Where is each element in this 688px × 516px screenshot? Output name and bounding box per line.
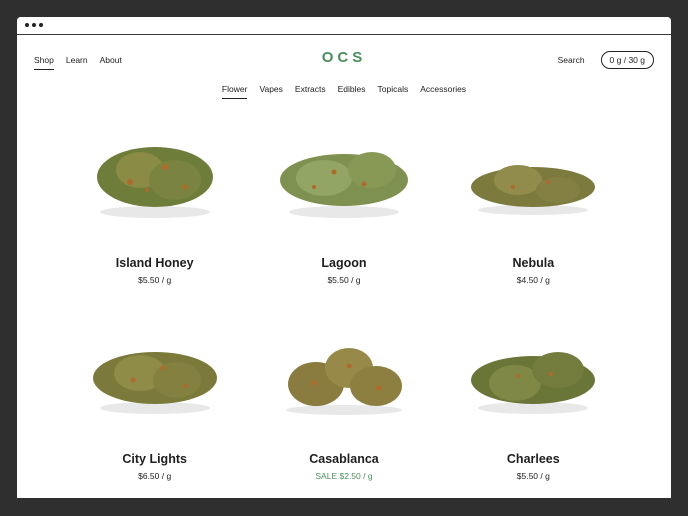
product-name[interactable]: Island Honey bbox=[60, 256, 249, 270]
cart-button[interactable]: 0 g / 30 g bbox=[600, 51, 654, 69]
title-bar bbox=[17, 17, 671, 35]
tab-flower[interactable]: Flower bbox=[221, 84, 247, 99]
product-card[interactable]: Casablanca SALE $2.50 / g bbox=[249, 328, 438, 488]
product-price-sale: SALE $2.50 / g bbox=[315, 471, 373, 481]
product-name[interactable]: Lagoon bbox=[249, 256, 438, 270]
product-name[interactable]: Nebula bbox=[439, 256, 628, 270]
product-name[interactable]: Casablanca bbox=[249, 452, 438, 466]
product-price: $4.50 / g bbox=[516, 275, 550, 285]
product-card[interactable]: City Lights $6.50 / g bbox=[60, 328, 249, 488]
browser-window: Shop Learn About OCS Search 0 g / 30 g F… bbox=[17, 17, 671, 498]
tab-edibles[interactable]: Edibles bbox=[338, 84, 366, 94]
product-price: $5.50 / g bbox=[516, 471, 550, 481]
product-price: $6.50 / g bbox=[138, 471, 172, 481]
product-image[interactable] bbox=[274, 132, 414, 222]
category-nav: Flower Vapes Extracts Edibles Topicals A… bbox=[17, 84, 671, 99]
product-price: $5.50 / g bbox=[327, 275, 361, 285]
tab-extracts[interactable]: Extracts bbox=[295, 84, 326, 94]
product-name[interactable]: City Lights bbox=[60, 452, 249, 466]
product-card[interactable]: Lagoon $5.50 / g bbox=[249, 132, 438, 292]
product-image[interactable] bbox=[85, 328, 225, 418]
nav-right: Search 0 g / 30 g bbox=[558, 51, 654, 69]
product-price: $5.50 / g bbox=[138, 275, 172, 285]
product-card[interactable]: Charlees $5.50 / g bbox=[439, 328, 628, 488]
tab-vapes[interactable]: Vapes bbox=[259, 84, 282, 94]
tab-topicals[interactable]: Topicals bbox=[378, 84, 409, 94]
product-image[interactable] bbox=[85, 132, 225, 222]
product-card[interactable]: Nebula $4.50 / g bbox=[439, 132, 628, 292]
product-name[interactable]: Charlees bbox=[439, 452, 628, 466]
tab-accessories[interactable]: Accessories bbox=[420, 84, 466, 94]
search-link[interactable]: Search bbox=[558, 55, 585, 65]
product-grid: Island Honey $5.50 / g Lagoon $5.50 / g bbox=[60, 132, 628, 488]
window-menu-dots-icon[interactable] bbox=[25, 23, 43, 27]
product-card[interactable]: Island Honey $5.50 / g bbox=[60, 132, 249, 292]
product-image[interactable] bbox=[463, 132, 603, 222]
product-image[interactable] bbox=[274, 328, 414, 418]
top-nav: Shop Learn About OCS Search 0 g / 30 g bbox=[17, 35, 671, 75]
product-image[interactable] bbox=[463, 328, 603, 418]
